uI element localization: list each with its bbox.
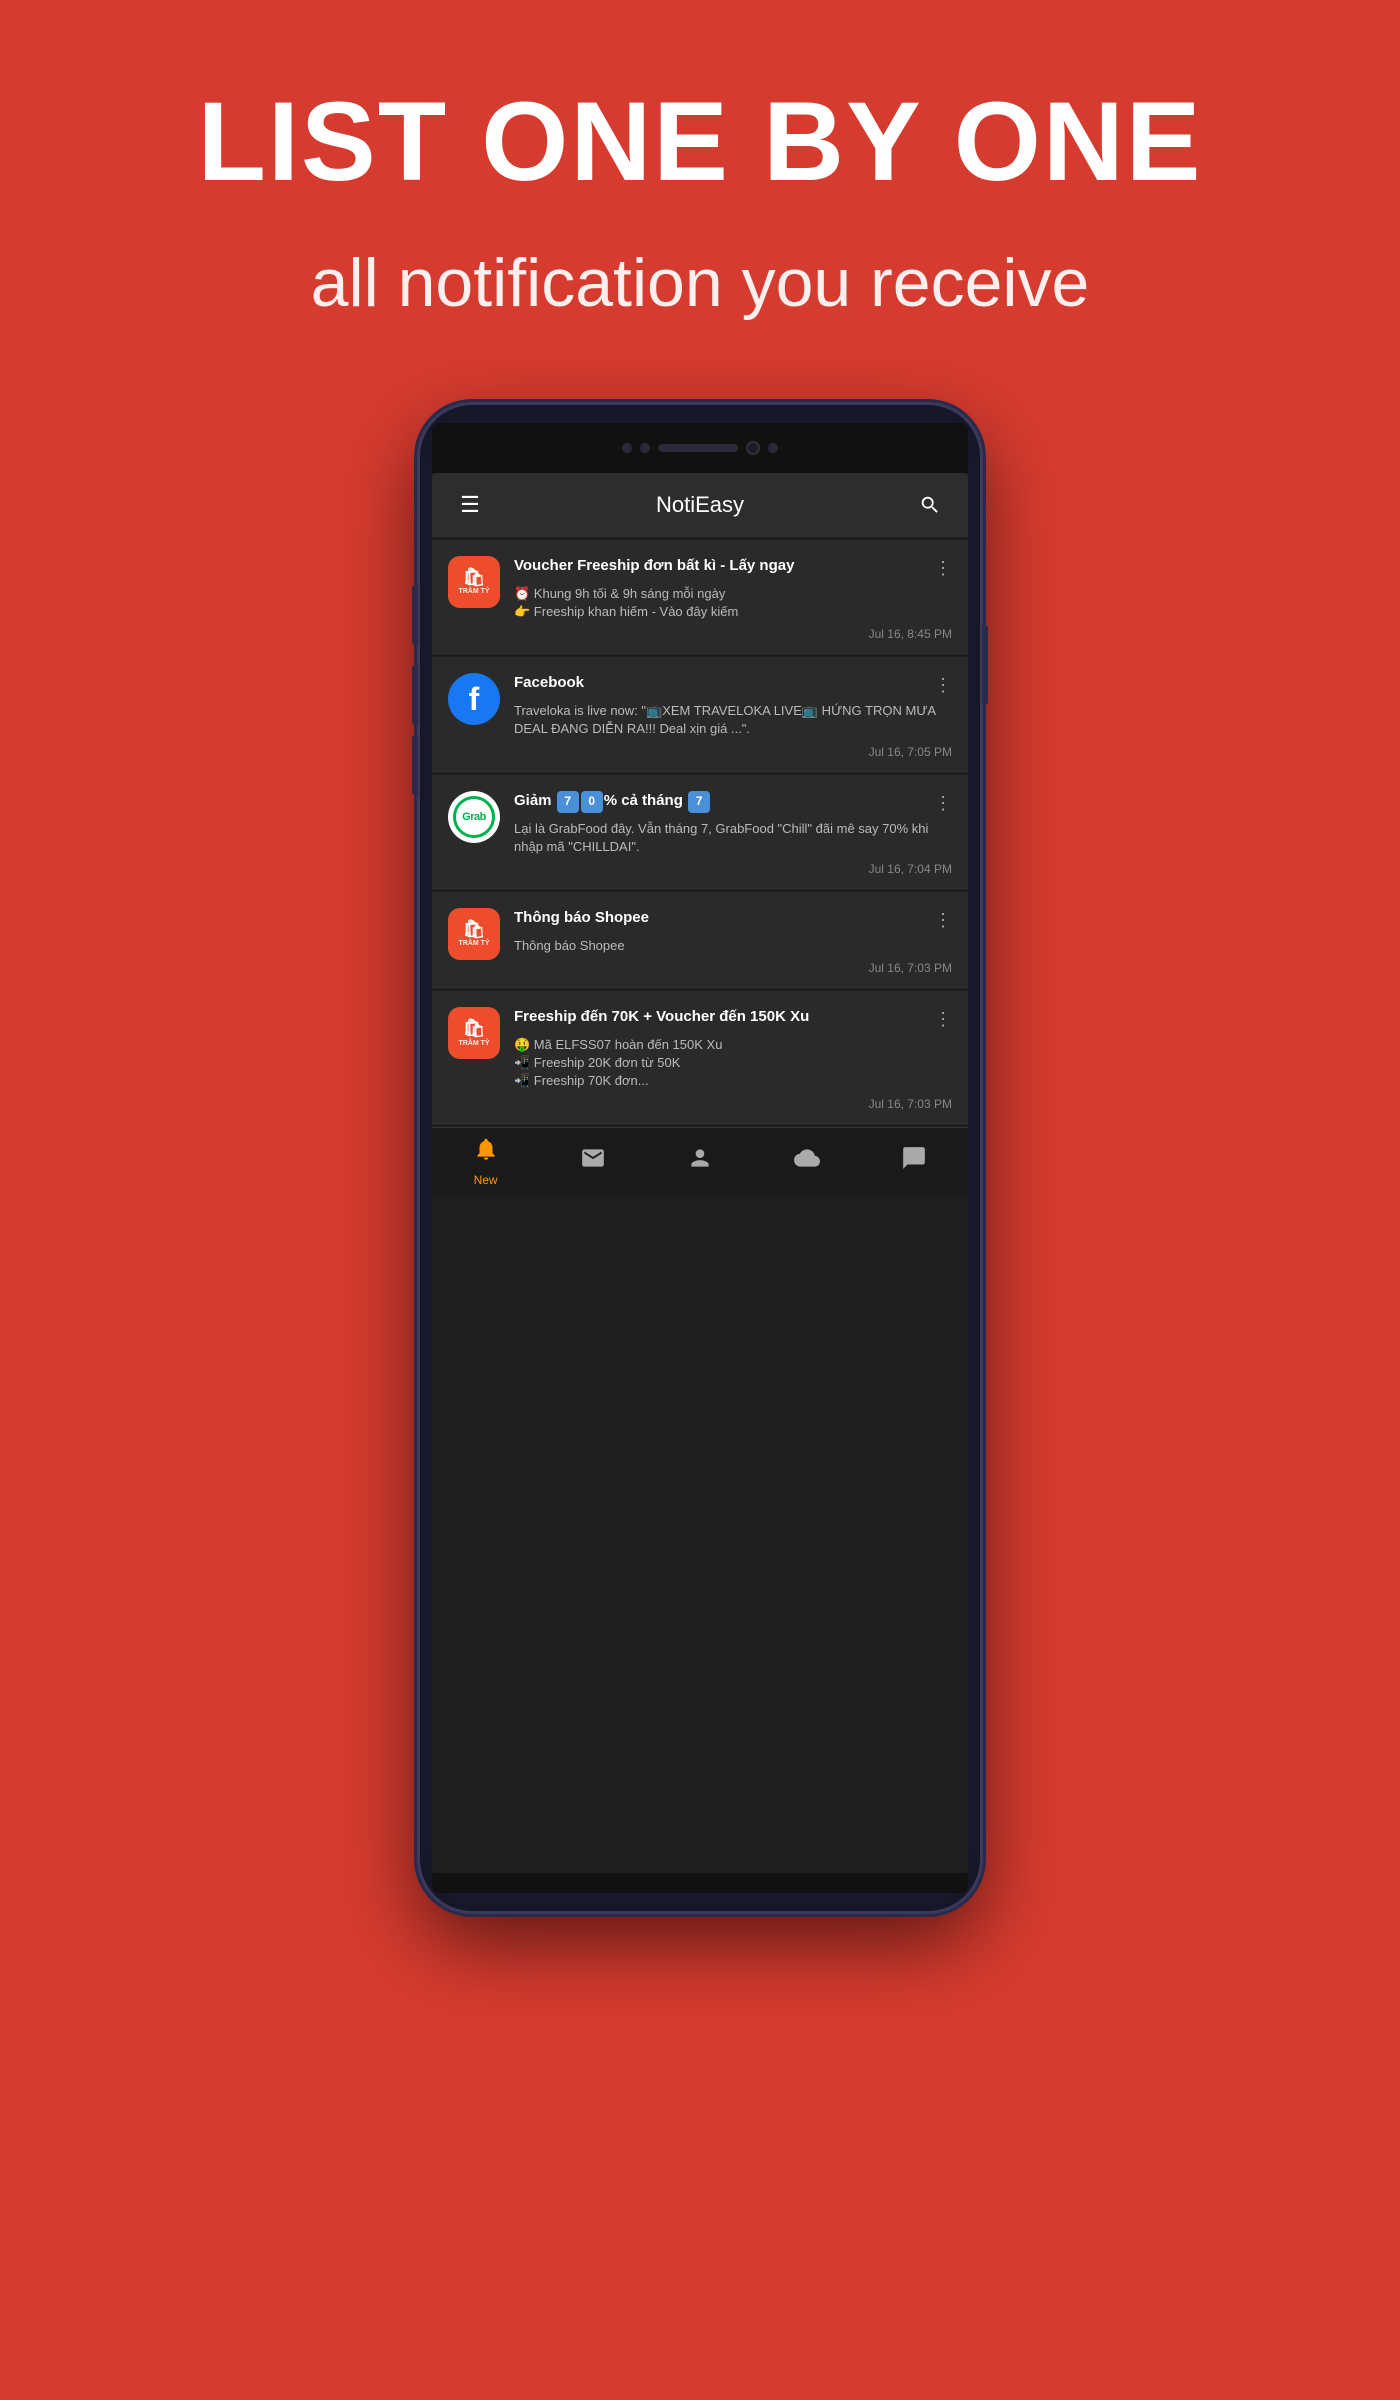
nav-item-cloud[interactable] [754, 1145, 861, 1178]
nav-item-new[interactable]: New [432, 1136, 539, 1187]
notif-content-4: Thông báo Shopee ⋮ Thông báo Shopee Jul … [514, 908, 952, 975]
notif-body-4: Thông báo Shopee [514, 937, 952, 955]
notif-card-3[interactable]: Grab Giảm 70% cả tháng 7 ⋮ Lại là GrabFo… [432, 775, 968, 889]
hero-subtitle: all notification you receive [60, 243, 1340, 325]
bell-icon [473, 1136, 499, 1169]
notif-menu-2[interactable]: ⋮ [934, 675, 952, 696]
hero-title: LIST ONE BY ONE [60, 80, 1340, 203]
nav-item-chat[interactable] [861, 1145, 968, 1178]
notif-content-2: Facebook ⋮ Traveloka is live now: "📺XEM … [514, 673, 952, 758]
search-icon[interactable] [912, 487, 948, 523]
notif-menu-1[interactable]: ⋮ [934, 558, 952, 579]
phone-outer: ☰ NotiEasy 🛍 TRĂM TỶ [420, 405, 980, 1911]
notif-time-2: Jul 16, 7:05 PM [514, 745, 952, 759]
app-title: NotiEasy [656, 492, 744, 518]
notif-card-4[interactable]: 🛍 TRĂM TỶ Thông báo Shopee ⋮ Thông báo S… [432, 892, 968, 988]
nav-item-profile[interactable] [646, 1145, 753, 1178]
notif-title-4: Thông báo Shopee [514, 908, 926, 928]
phone-bottom-bar [432, 1873, 968, 1893]
notification-list: 🛍 TRĂM TỶ Voucher Freeship đơn bất kì - … [432, 540, 968, 1124]
dot-3 [768, 443, 778, 453]
notif-content-3: Giảm 70% cả tháng 7 ⋮ Lại là GrabFood đâ… [514, 791, 952, 876]
email-icon [580, 1145, 606, 1178]
notif-content-1: Voucher Freeship đơn bất kì - Lấy ngay ⋮… [514, 556, 952, 641]
phone-camera-area [622, 441, 778, 455]
phone-top-bar [432, 423, 968, 473]
notif-menu-3[interactable]: ⋮ [934, 793, 952, 814]
shopee-icon-4: 🛍 TRĂM TỶ [448, 908, 500, 960]
phone-screen: ☰ NotiEasy 🛍 TRĂM TỶ [432, 473, 968, 1873]
cloud-icon [794, 1145, 820, 1178]
notif-body-1: ⏰ Khung 9h tối & 9h sáng mỗi ngày👉 Frees… [514, 585, 952, 621]
facebook-icon: f [448, 673, 500, 725]
bottom-nav: New [432, 1127, 968, 1195]
camera-dot [746, 441, 760, 455]
phone-wrapper: ☰ NotiEasy 🛍 TRĂM TỶ [0, 405, 1400, 1911]
notif-body-3: Lại là GrabFood đây. Vẫn tháng 7, GrabFo… [514, 820, 952, 856]
hero-section: LIST ONE BY ONE all notification you rec… [0, 0, 1400, 365]
notif-menu-4[interactable]: ⋮ [934, 910, 952, 931]
chat-icon [901, 1145, 927, 1178]
notif-title-1: Voucher Freeship đơn bất kì - Lấy ngay [514, 556, 926, 576]
notif-title-5: Freeship đến 70K + Voucher đến 150K Xu [514, 1007, 926, 1027]
notif-body-5: 🤑 Mã ELFSS07 hoàn đến 150K Xu📲 Freeship … [514, 1036, 952, 1091]
notif-body-2: Traveloka is live now: "📺XEM TRAVELOKA L… [514, 702, 952, 738]
notif-content-5: Freeship đến 70K + Voucher đến 150K Xu ⋮… [514, 1007, 952, 1111]
app-bar: ☰ NotiEasy [432, 473, 968, 537]
nav-item-email[interactable] [539, 1145, 646, 1178]
notif-card-5[interactable]: 🛍 TRĂM TỶ Freeship đến 70K + Voucher đến… [432, 991, 968, 1124]
speaker [658, 444, 738, 452]
grab-icon: Grab [448, 791, 500, 843]
notif-time-1: Jul 16, 8:45 PM [514, 627, 952, 641]
nav-label-new: New [474, 1173, 498, 1187]
notif-time-3: Jul 16, 7:04 PM [514, 862, 952, 876]
shopee-icon-1: 🛍 TRĂM TỶ [448, 556, 500, 608]
notif-menu-5[interactable]: ⋮ [934, 1009, 952, 1030]
shopee-icon-5: 🛍 TRĂM TỶ [448, 1007, 500, 1059]
notif-title-2: Facebook [514, 673, 926, 693]
notif-time-5: Jul 16, 7:03 PM [514, 1097, 952, 1111]
menu-icon[interactable]: ☰ [452, 487, 488, 523]
dot-2 [640, 443, 650, 453]
dot-1 [622, 443, 632, 453]
notif-time-4: Jul 16, 7:03 PM [514, 961, 952, 975]
notif-card-1[interactable]: 🛍 TRĂM TỶ Voucher Freeship đơn bất kì - … [432, 540, 968, 654]
notif-card-2[interactable]: f Facebook ⋮ Traveloka is live now: "📺XE… [432, 657, 968, 771]
notif-title-3: Giảm 70% cả tháng 7 [514, 791, 926, 813]
person-icon [687, 1145, 713, 1178]
